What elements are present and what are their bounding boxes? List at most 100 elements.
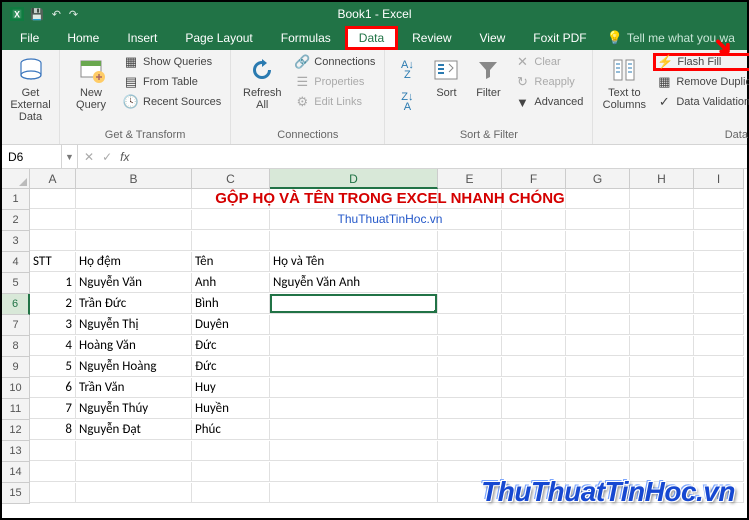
row-header[interactable]: 8 [2,336,30,357]
sort-button[interactable]: Sort [427,53,465,101]
row-header[interactable]: 10 [2,378,30,399]
cell[interactable]: 5 [30,357,76,377]
cell[interactable] [438,231,502,251]
cell[interactable] [694,273,744,293]
row-header[interactable]: 1 [2,189,30,210]
qat-redo-icon[interactable]: ↷ [69,8,78,21]
row-header[interactable]: 14 [2,462,30,483]
from-table-button[interactable]: ▤From Table [120,73,224,91]
cell[interactable]: Nguyễn Hoàng [76,357,192,377]
cell[interactable] [630,294,694,314]
cell[interactable]: 3 [30,315,76,335]
row-header[interactable]: 11 [2,399,30,420]
cell[interactable]: Nguyễn Thúy [76,399,192,419]
cell[interactable] [270,462,438,482]
cell[interactable]: Nguyễn Đạt [76,420,192,440]
row-header[interactable]: 9 [2,357,30,378]
cell[interactable] [566,315,630,335]
cell[interactable] [270,420,438,440]
cell[interactable] [192,231,270,251]
advanced-filter-button[interactable]: ▼Advanced [511,93,586,111]
cell[interactable] [694,399,744,419]
cell[interactable] [566,399,630,419]
cell[interactable] [566,294,630,314]
cell[interactable]: Bình [192,294,270,314]
tab-view[interactable]: View [466,26,520,50]
cell[interactable] [566,357,630,377]
cell[interactable] [30,231,76,251]
cell[interactable] [30,462,76,482]
col-header-I[interactable]: I [694,169,744,189]
cell[interactable]: Nguyễn Văn [76,273,192,293]
row-header[interactable]: 2 [2,210,30,231]
cell[interactable]: Phúc [192,420,270,440]
cell[interactable] [630,273,694,293]
cell[interactable] [566,378,630,398]
cell[interactable] [270,399,438,419]
cell[interactable]: 2 [30,294,76,314]
row-header[interactable]: 12 [2,420,30,441]
cell[interactable] [270,336,438,356]
cell[interactable] [76,462,192,482]
cell[interactable] [438,315,502,335]
qat-undo-icon[interactable]: ↶ [52,8,61,21]
cell[interactable] [192,441,270,461]
get-external-data-button[interactable]: Get External Data [8,53,53,125]
flash-fill-button[interactable]: ⚡Flash Fill [653,53,749,71]
tab-file[interactable]: File [6,26,53,50]
cell[interactable]: Anh [192,273,270,293]
row-header[interactable]: 4 [2,252,30,273]
cell[interactable] [270,315,438,335]
cell[interactable] [30,483,76,503]
cell[interactable] [694,231,744,251]
cell[interactable] [566,273,630,293]
tab-home[interactable]: Home [53,26,113,50]
cell[interactable]: Trần Văn [76,378,192,398]
show-queries-button[interactable]: ▦Show Queries [120,53,224,71]
cell[interactable] [502,441,566,461]
data-validation-button[interactable]: ✓Data Validation [653,93,749,111]
cell[interactable] [694,357,744,377]
col-header-E[interactable]: E [438,169,502,189]
new-query-button[interactable]: New Query [66,53,116,113]
cell[interactable] [502,399,566,419]
name-box-dropdown[interactable]: ▼ [62,145,78,168]
cell[interactable]: Huyền [192,399,270,419]
cell[interactable] [502,357,566,377]
row-header[interactable]: 13 [2,441,30,462]
row-header[interactable]: 15 [2,483,30,504]
col-header-A[interactable]: A [30,169,76,189]
cell[interactable] [438,336,502,356]
cell[interactable] [270,483,438,503]
cell[interactable] [694,441,744,461]
cell[interactable] [566,420,630,440]
tab-data[interactable]: Data [345,26,398,50]
cell[interactable] [630,315,694,335]
cell[interactable] [270,294,438,314]
cell[interactable]: 1 [30,273,76,293]
cell[interactable] [270,441,438,461]
cell[interactable] [438,294,502,314]
cell[interactable]: STT [30,252,76,272]
cell[interactable] [438,252,502,272]
cell[interactable] [76,441,192,461]
cell[interactable] [438,420,502,440]
cell[interactable] [694,336,744,356]
filter-button[interactable]: Filter [469,53,507,101]
cell[interactable]: Hoàng Văn [76,336,192,356]
cell[interactable] [694,294,744,314]
cell[interactable] [630,357,694,377]
tab-foxit-pdf[interactable]: Foxit PDF [519,26,600,50]
cell[interactable] [438,441,502,461]
cell[interactable] [630,378,694,398]
cell[interactable] [502,420,566,440]
row-header[interactable]: 5 [2,273,30,294]
formula-input[interactable] [135,145,747,168]
cell[interactable] [192,483,270,503]
tab-formulas[interactable]: Formulas [267,26,345,50]
cell[interactable] [30,441,76,461]
cell[interactable] [76,231,192,251]
cell[interactable]: Tên [192,252,270,272]
cell[interactable]: GỘP HỌ VÀ TÊN TRONG EXCEL NHANH CHÓNG [30,189,76,209]
cell[interactable] [630,231,694,251]
